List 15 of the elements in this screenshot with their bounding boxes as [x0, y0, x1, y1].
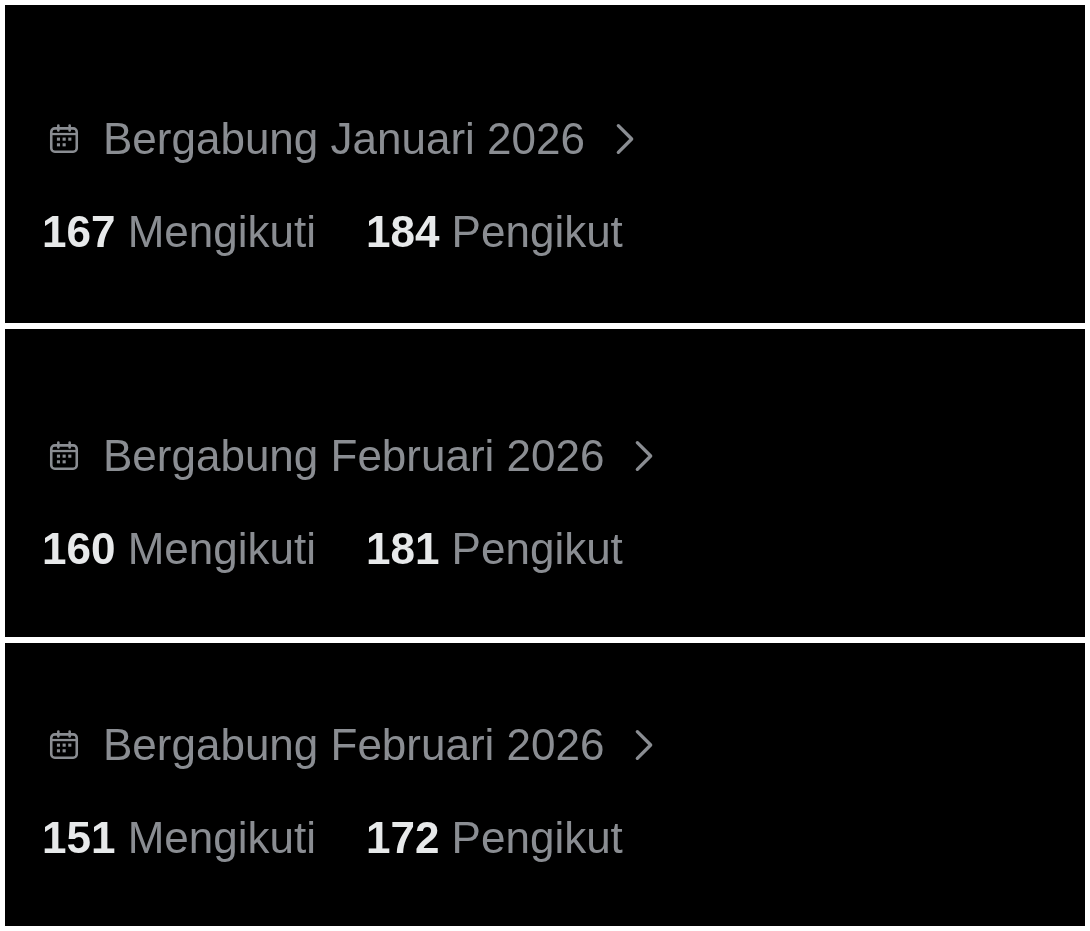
- chevron-right-icon: [634, 438, 655, 473]
- follow-count-link[interactable]: 172 Pengikut: [365, 811, 623, 864]
- chevron-right-icon: [634, 727, 655, 762]
- joined-date-link[interactable]: Bergabung Februari 2026: [47, 429, 655, 482]
- chevron-right-icon: [614, 121, 635, 156]
- follow-count-link[interactable]: 151 Mengikuti: [42, 811, 316, 864]
- joined-date-link[interactable]: Bergabung Januari 2026: [47, 112, 635, 165]
- calendar-icon: [47, 727, 81, 762]
- follow-count-link[interactable]: 184 Pengikut: [365, 205, 623, 258]
- follow-count-link[interactable]: 160 Mengikuti: [42, 522, 316, 575]
- follow-count-link[interactable]: 167 Mengikuti: [42, 205, 316, 258]
- calendar-icon: [47, 438, 81, 473]
- calendar-icon: [47, 121, 81, 156]
- joined-date-link[interactable]: Bergabung Februari 2026: [47, 718, 655, 771]
- follow-count-link[interactable]: 181 Pengikut: [365, 522, 623, 575]
